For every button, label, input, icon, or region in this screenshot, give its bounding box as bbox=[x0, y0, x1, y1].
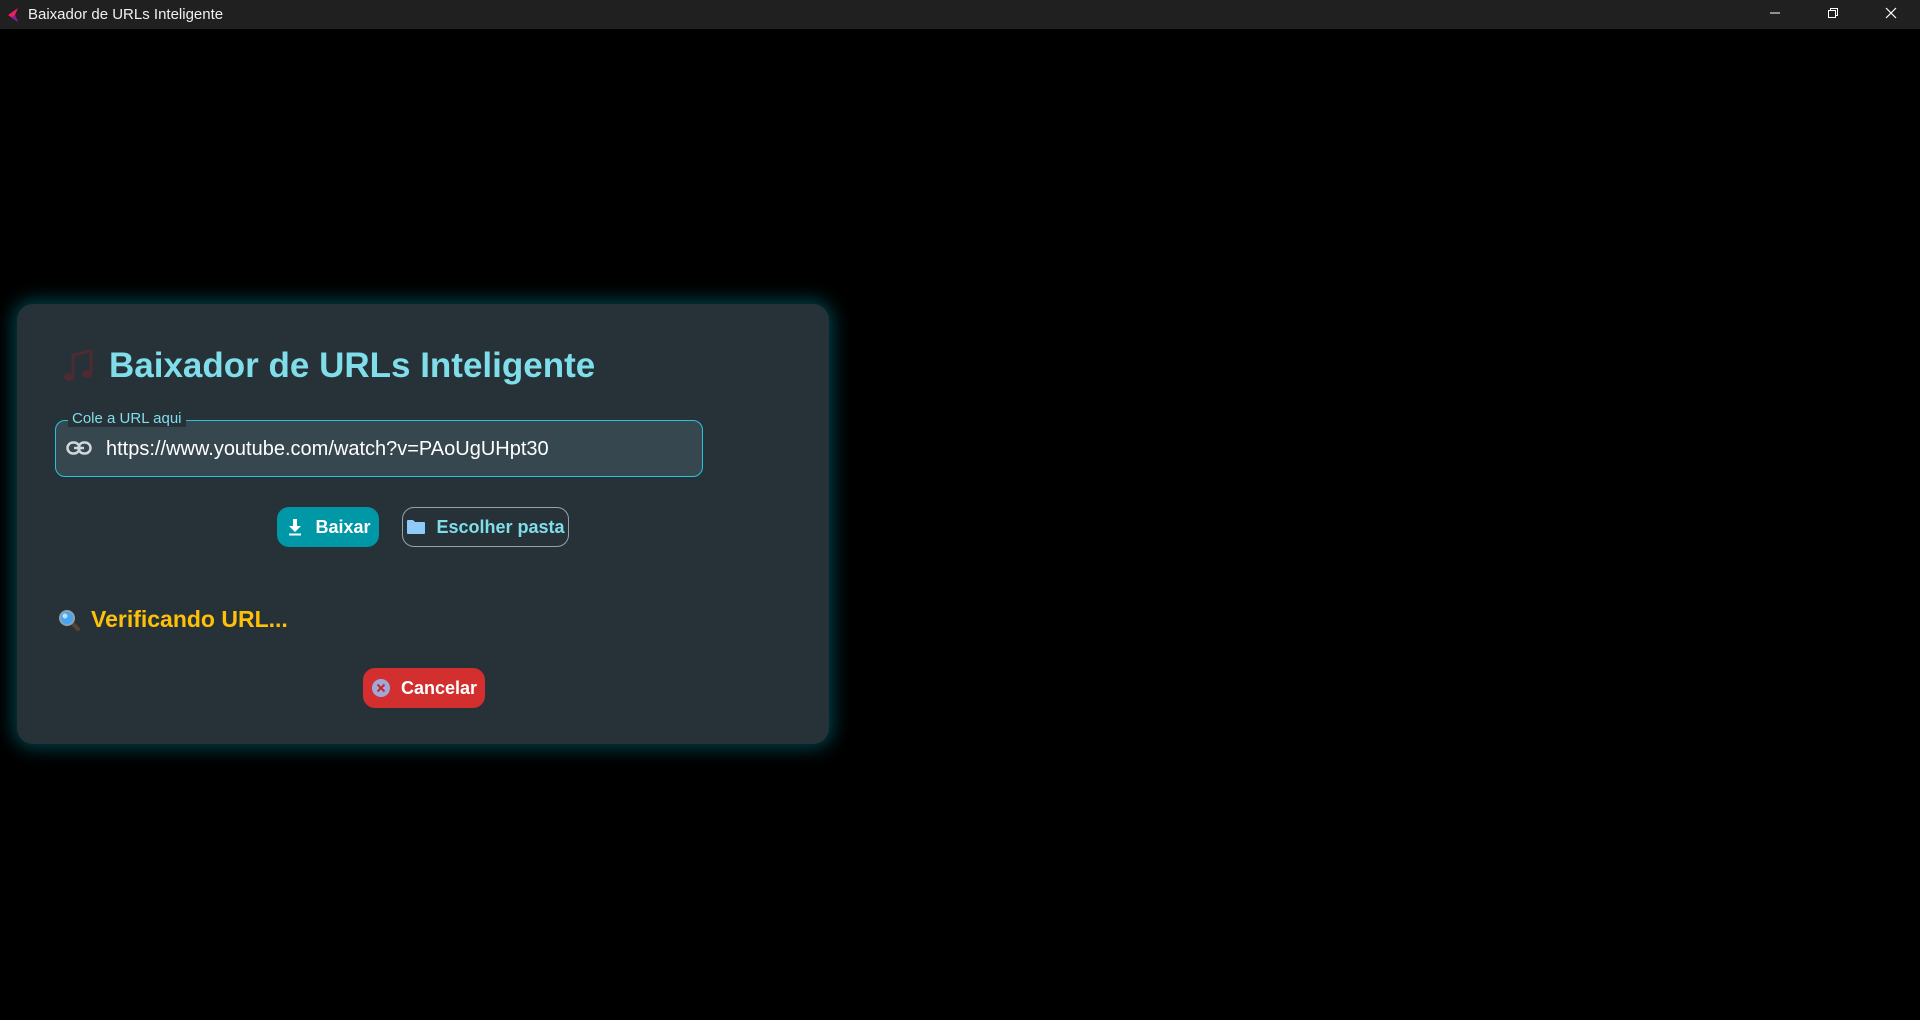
cancel-button-label: Cancelar bbox=[400, 677, 478, 698]
window-titlebar: Baixador de URLs Inteligente bbox=[0, 0, 1920, 29]
link-icon bbox=[66, 437, 92, 459]
status-message: Verificando URL... bbox=[57, 606, 288, 633]
restore-icon bbox=[1827, 6, 1839, 24]
music-note-icon bbox=[59, 347, 97, 385]
download-button[interactable]: Baixar bbox=[277, 507, 379, 547]
choose-folder-button[interactable]: Escolher pasta bbox=[402, 507, 569, 547]
magnifier-icon bbox=[57, 608, 81, 632]
window-title: Baixador de URLs Inteligente bbox=[28, 6, 224, 23]
choose-folder-button-label: Escolher pasta bbox=[436, 516, 565, 537]
window-controls bbox=[1746, 0, 1920, 29]
restore-button[interactable] bbox=[1804, 0, 1862, 29]
downloader-card: Baixador de URLs Inteligente Cole a URL … bbox=[17, 304, 829, 744]
cancel-circle-icon bbox=[371, 678, 391, 698]
close-icon bbox=[1885, 6, 1897, 24]
card-title: Baixador de URLs Inteligente bbox=[109, 346, 596, 385]
download-button-label: Baixar bbox=[315, 516, 371, 537]
app-logo-icon bbox=[6, 7, 20, 22]
url-field[interactable]: Cole a URL aqui bbox=[55, 410, 703, 477]
url-input[interactable] bbox=[104, 431, 688, 467]
card-header: Baixador de URLs Inteligente bbox=[59, 346, 595, 386]
close-button[interactable] bbox=[1862, 0, 1920, 29]
folder-icon bbox=[406, 517, 426, 537]
minimize-button[interactable] bbox=[1746, 0, 1804, 29]
url-field-label: Cole a URL aqui bbox=[68, 410, 186, 427]
download-icon bbox=[285, 517, 305, 537]
minimize-icon bbox=[1769, 6, 1781, 24]
cancel-button[interactable]: Cancelar bbox=[363, 668, 485, 708]
status-text: Verificando URL... bbox=[91, 606, 288, 632]
